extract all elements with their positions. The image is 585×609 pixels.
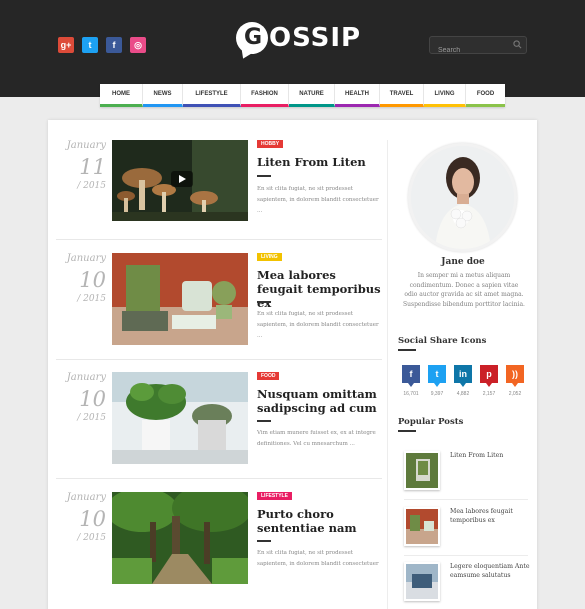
post-title[interactable]: Liten From Liten — [257, 155, 382, 169]
date-year: / 2015 — [77, 533, 106, 543]
logo-letter: G — [244, 25, 263, 50]
post-excerpt: En sit clita fugiat, ne sit prodesset sa… — [257, 311, 379, 339]
post-item: January 11 / 2015 HOBBY Liten From Liten… — [56, 140, 382, 260]
author-avatar[interactable] — [408, 143, 517, 252]
linkedin-share-icon[interactable]: in — [454, 365, 472, 387]
post-date: January 10 / 2015 — [56, 372, 106, 423]
post-date: January 10 / 2015 — [56, 253, 106, 304]
site-header: g+ t f ◎ G OSSIP — [0, 0, 585, 97]
author-name[interactable]: Jane doe — [398, 257, 528, 267]
popular-post-item[interactable]: Legere eloquentiam Ante eamsume salutatu… — [404, 562, 530, 608]
share-linkedin[interactable]: in 4,882 — [454, 365, 472, 397]
post-category-tag[interactable]: LIFESTYLE — [257, 492, 292, 500]
header-social-links: g+ t f ◎ — [58, 37, 146, 53]
share-heading: Social Share Icons — [398, 336, 487, 346]
post-category-tag[interactable]: LIVING — [257, 253, 282, 261]
date-month: January — [66, 253, 106, 264]
post-thumbnail[interactable] — [112, 253, 248, 345]
post-item: January 10 / 2015 LIVING Mea labores feu… — [56, 253, 382, 373]
date-day: 10 — [79, 268, 106, 292]
share-count: 16,701 — [403, 391, 419, 397]
date-month: January — [66, 492, 106, 503]
share-pinterest[interactable]: p 2,157 — [480, 365, 498, 397]
twitter-share-icon[interactable]: t — [428, 365, 446, 387]
nav-item-lifestyle[interactable]: LIFESTYLE — [183, 84, 241, 107]
search-icon[interactable] — [513, 40, 522, 49]
popular-post-title[interactable]: Mea labores feugait temporibus ex — [450, 507, 530, 525]
post-excerpt: En sit clita fugiat, ne sit prodesset sa… — [257, 550, 379, 567]
facebook-share-icon[interactable]: f — [402, 365, 420, 387]
date-day: 11 — [79, 155, 106, 179]
popular-post-thumbnail[interactable] — [404, 562, 440, 601]
post-excerpt: Vim etiam munere fuisset ex, ex at integ… — [257, 430, 376, 447]
post-thumbnail[interactable] — [112, 372, 248, 464]
popular-post-title[interactable]: Legere eloquentiam Ante eamsume salutatu… — [450, 562, 530, 580]
rss-share-icon[interactable]: )) — [506, 365, 524, 387]
post-item: January 10 / 2015 FOOD Nusquam omittam s… — [56, 372, 382, 492]
date-year: / 2015 — [77, 413, 106, 423]
post-thumbnail[interactable] — [112, 492, 248, 584]
date-month: January — [66, 140, 106, 151]
share-count: 4,882 — [456, 391, 470, 397]
post-title[interactable]: Nusquam omittam sadipscing ad cum — [257, 387, 382, 415]
facebook-icon[interactable]: f — [106, 37, 122, 53]
google-plus-icon[interactable]: g+ — [58, 37, 74, 53]
post-title[interactable]: Purto choro sententiae nam — [257, 507, 382, 535]
post-item: January 10 / 2015 LIFESTYLE Purto choro … — [56, 492, 382, 609]
share-twitter[interactable]: t 9,397 — [428, 365, 446, 397]
post-title[interactable]: Mea labores feugait temporibus ex — [257, 268, 382, 310]
nav-item-nature[interactable]: NATURE — [289, 84, 335, 107]
nav-item-news[interactable]: NEWS — [143, 84, 183, 107]
dribbble-icon[interactable]: ◎ — [130, 37, 146, 53]
logo-text: OSSIP — [269, 23, 362, 53]
nav-item-living[interactable]: LIVING — [424, 84, 466, 107]
logo-speech-bubble-icon: G — [236, 22, 268, 62]
nav-item-home[interactable]: HOME — [100, 84, 143, 107]
pinterest-share-icon[interactable]: p — [480, 365, 498, 387]
date-day: 10 — [79, 507, 106, 531]
post-category-tag[interactable]: HOBBY — [257, 140, 284, 148]
author-bio: In semper mi a metus aliquam condimentum… — [403, 272, 525, 308]
popular-post-item[interactable]: Mea labores feugait temporibus ex — [404, 507, 528, 553]
popular-post-title[interactable]: Liten From Liten — [450, 451, 530, 460]
popular-post-thumbnail[interactable] — [404, 451, 440, 490]
post-date: January 10 / 2015 — [56, 492, 106, 543]
nav-item-travel[interactable]: TRAVEL — [380, 84, 424, 107]
post-category-tag[interactable]: FOOD — [257, 372, 280, 380]
site-logo[interactable]: G OSSIP — [236, 22, 362, 62]
date-day: 10 — [79, 387, 106, 411]
nav-item-health[interactable]: HEALTH — [335, 84, 380, 107]
search-input[interactable] — [430, 42, 508, 59]
share-count: 2,052 — [508, 391, 522, 397]
nav-item-fashion[interactable]: FASHION — [241, 84, 289, 107]
popular-post-thumbnail[interactable] — [404, 507, 440, 546]
share-facebook[interactable]: f 16,701 — [402, 365, 420, 397]
post-excerpt: En sit clita fugiat, ne sit prodesset sa… — [257, 186, 379, 214]
content-card: January 11 / 2015 HOBBY Liten From Liten… — [48, 120, 537, 609]
popular-heading: Popular Posts — [398, 417, 464, 427]
date-year: / 2015 — [77, 181, 106, 191]
post-thumbnail[interactable] — [112, 140, 248, 221]
share-icons: f 16,701 t 9,397 in 4,882 p 2,157 )) 2,0… — [402, 365, 524, 397]
post-date: January 11 / 2015 — [56, 140, 106, 191]
nav-item-food[interactable]: FOOD — [466, 84, 505, 107]
search-box — [429, 36, 527, 59]
share-rss[interactable]: )) 2,052 — [506, 365, 524, 397]
twitter-icon[interactable]: t — [82, 37, 98, 53]
popular-post-item[interactable]: Liten From Liten — [404, 451, 528, 497]
share-count: 2,157 — [482, 391, 496, 397]
date-month: January — [66, 372, 106, 383]
date-year: / 2015 — [77, 294, 106, 304]
share-count: 9,397 — [430, 391, 444, 397]
main-nav: HOME NEWS LIFESTYLE FASHION NATURE HEALT… — [100, 84, 505, 107]
